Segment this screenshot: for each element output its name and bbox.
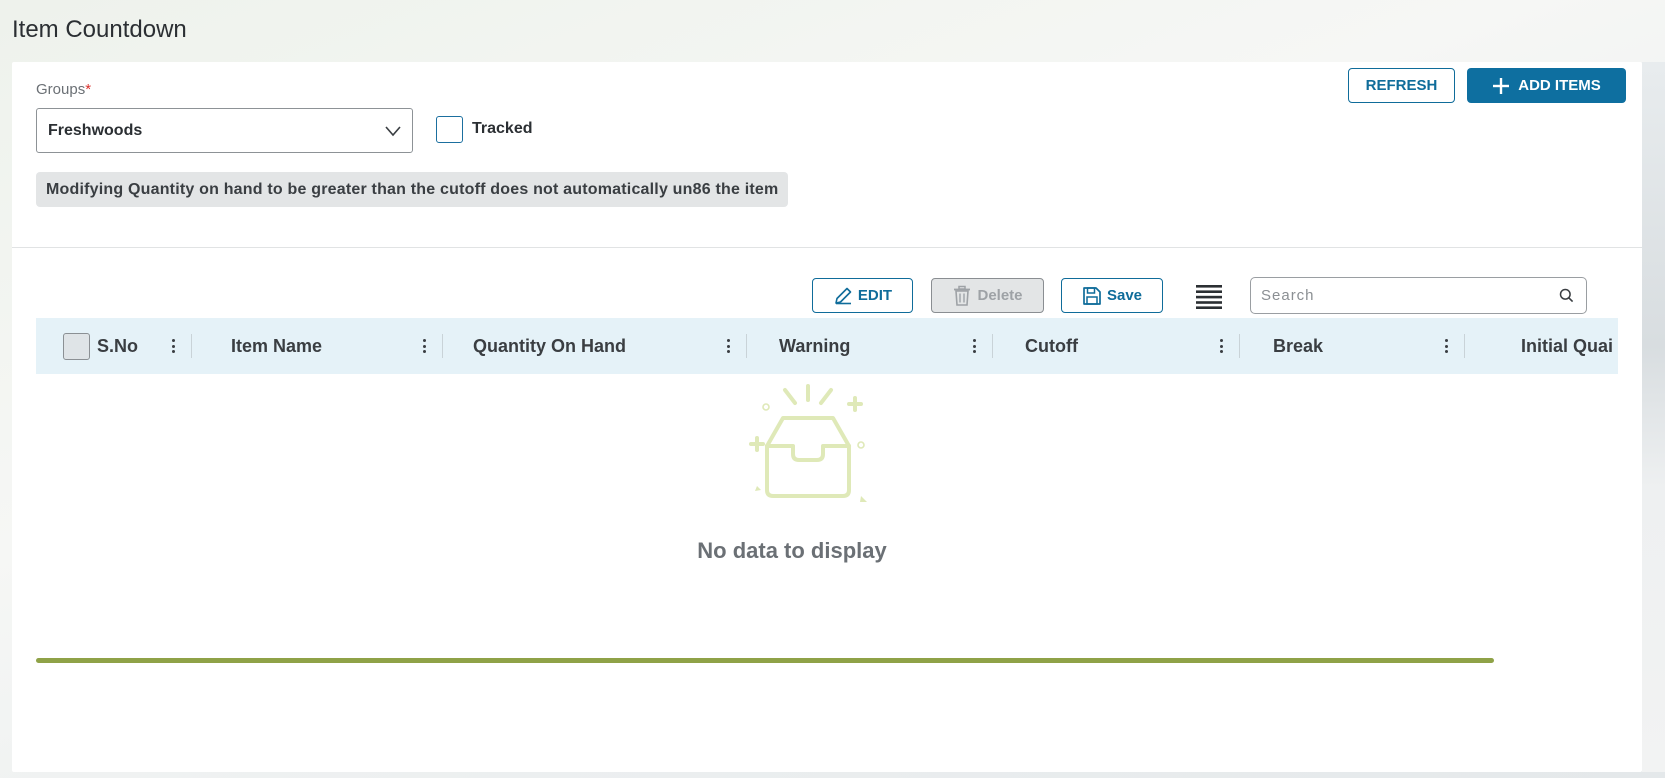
density-lines-icon	[1196, 285, 1222, 309]
column-separator[interactable]	[992, 334, 993, 358]
delete-button-label: Delete	[977, 287, 1023, 304]
search-input[interactable]	[1251, 278, 1541, 312]
groups-select[interactable]: Freshwoods	[36, 108, 413, 153]
page-edge-shadow	[1642, 62, 1665, 772]
add-items-button[interactable]: ADD ITEMS	[1467, 68, 1626, 103]
edit-button-label: EDIT	[857, 287, 893, 304]
column-separator[interactable]	[442, 334, 443, 358]
required-asterisk: *	[85, 81, 92, 98]
column-menu-icon[interactable]	[168, 338, 178, 354]
column-header-cutoff[interactable]: Cutoff	[1025, 318, 1078, 374]
empty-inbox-icon	[749, 384, 867, 502]
column-menu-icon[interactable]	[1216, 338, 1226, 354]
info-notice: Modifying Quantity on hand to be greater…	[36, 172, 789, 207]
column-separator[interactable]	[191, 334, 192, 358]
column-menu-icon[interactable]	[419, 338, 429, 354]
column-separator[interactable]	[746, 334, 747, 358]
column-header-item-name[interactable]: Item Name	[231, 318, 322, 374]
column-header-quantity-on-hand[interactable]: Quantity On Hand	[473, 318, 626, 374]
pencil-icon	[835, 287, 852, 304]
empty-state-text: No data to display	[697, 538, 887, 563]
column-separator[interactable]	[1239, 334, 1240, 358]
column-header-initial-quantity[interactable]: Initial Quai	[1521, 318, 1613, 374]
plus-icon	[1493, 77, 1510, 94]
section-divider	[12, 247, 1642, 248]
column-separator[interactable]	[1464, 334, 1465, 358]
floppy-disk-icon	[1083, 286, 1101, 305]
refresh-button[interactable]: REFRESH	[1348, 68, 1455, 103]
add-items-button-label: ADD ITEMS	[1518, 77, 1601, 94]
tracked-checkbox[interactable]	[436, 116, 463, 143]
tracked-label: Tracked	[472, 120, 533, 137]
edit-button[interactable]: EDIT	[812, 278, 913, 313]
column-header-sno[interactable]: S.No	[97, 318, 138, 374]
groups-select-value: Freshwoods	[48, 121, 143, 139]
column-header-break[interactable]: Break	[1273, 318, 1323, 374]
save-button-label: Save	[1106, 287, 1143, 304]
select-all-checkbox[interactable]	[63, 333, 90, 360]
trash-icon	[954, 285, 971, 306]
column-menu-icon[interactable]	[969, 338, 979, 354]
column-header-warning[interactable]: Warning	[779, 318, 850, 374]
grid-header: S.No Item Name Quantity On Hand Warning …	[36, 318, 1618, 374]
column-menu-icon[interactable]	[723, 338, 733, 354]
density-toggle-button[interactable]	[1195, 282, 1223, 310]
groups-label-text: Groups	[36, 81, 86, 98]
refresh-button-label: REFRESH	[1365, 77, 1438, 94]
main-card: Groups* Freshwoods Tracked Modifying Qua…	[12, 62, 1642, 772]
save-button[interactable]: Save	[1061, 278, 1163, 313]
page-title: Item Countdown	[12, 16, 187, 43]
delete-button[interactable]: Delete	[931, 278, 1044, 313]
chevron-down-icon	[385, 126, 401, 137]
search-box	[1250, 277, 1587, 314]
column-menu-icon[interactable]	[1441, 338, 1451, 354]
search-icon[interactable]	[1559, 288, 1574, 303]
groups-label: Groups*	[36, 81, 91, 98]
loading-progress-bar	[36, 658, 1494, 663]
